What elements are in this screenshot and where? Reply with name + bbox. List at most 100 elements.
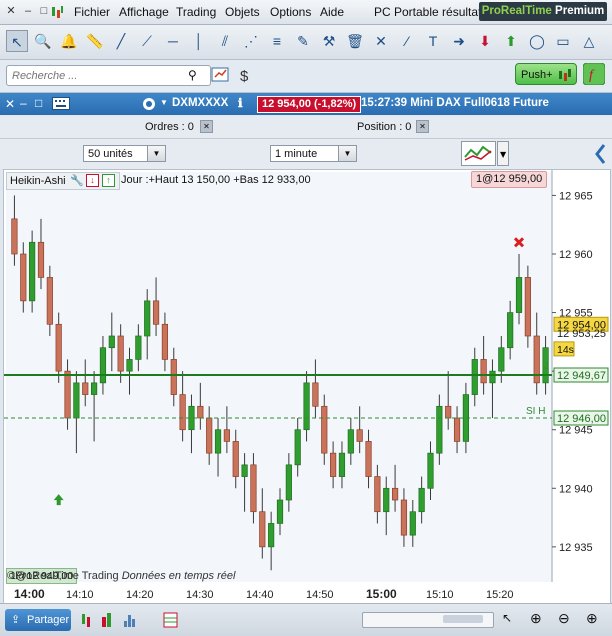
share-button[interactable]: ⇪ Partager <box>5 609 71 631</box>
units-select[interactable]: 50 unités ▼ <box>83 145 166 162</box>
arrow-up-icon[interactable]: ↑ <box>102 174 115 187</box>
alarm-bell-icon[interactable]: 🔔 <box>58 30 80 52</box>
cross-icon[interactable]: ✕ <box>370 30 392 52</box>
orders-close-icon[interactable]: ✕ <box>200 120 213 133</box>
candle <box>223 429 230 442</box>
interval-value: 1 minute <box>275 148 318 160</box>
svg-text:▼: ▼ <box>500 150 507 159</box>
push-button[interactable]: Push+ <box>515 63 577 85</box>
volume-chart-icon[interactable] <box>124 615 135 627</box>
search-input[interactable] <box>6 65 211 86</box>
ruler-icon[interactable]: 📏 <box>84 30 106 52</box>
menu-bar: ✕ – □ Fichier Affichage Trading Objets O… <box>0 0 612 25</box>
window-icon[interactable]: □ <box>38 5 50 17</box>
candle <box>20 253 27 302</box>
menu-trading[interactable]: Trading <box>176 5 216 19</box>
menu-affichage[interactable]: Affichage <box>119 5 169 19</box>
horizontal-line-icon[interactable]: ─ <box>162 30 184 52</box>
x-tick-label: 14:40 <box>246 589 274 601</box>
info-icon[interactable]: ℹ <box>238 96 243 110</box>
zoom-in-icon[interactable]: ⊕ <box>586 610 598 627</box>
minimize-icon[interactable]: – <box>22 5 34 17</box>
candle-chart-icon[interactable] <box>82 614 90 627</box>
close-chart-icon[interactable]: ✕ <box>5 97 15 111</box>
candle <box>400 499 408 536</box>
symbol-label[interactable]: DXMXXXX <box>172 97 228 109</box>
chart-type-box[interactable]: Heikin-Ashi 🔧 ↓ ↑ <box>6 172 120 190</box>
table-icon[interactable] <box>163 612 178 628</box>
watermark-brand: ©ProRealTime Trading <box>7 570 119 582</box>
channel-icon[interactable]: ⫽ <box>214 30 236 52</box>
ellipse-icon[interactable]: ◯ <box>526 30 548 52</box>
panel-toggle-icon[interactable] <box>592 141 610 167</box>
formula-icon[interactable]: f <box>583 63 605 85</box>
watermark: ©ProRealTime Trading Données en temps ré… <box>7 570 235 582</box>
arrow-up-icon[interactable]: ⬆ <box>500 30 522 52</box>
pen-icon[interactable]: ✎ <box>292 30 314 52</box>
candle <box>170 359 177 395</box>
position-close-icon[interactable]: ✕ <box>416 120 429 133</box>
delete-icon[interactable]: 🗑 <box>344 30 366 52</box>
maximize-chart-icon[interactable]: □ <box>35 96 42 110</box>
rectangle-icon[interactable]: ▭ <box>552 30 574 52</box>
share-label: Partager <box>27 614 70 626</box>
x-tick-label: 14:30 <box>186 589 214 601</box>
trendline-icon[interactable]: ╱ <box>110 30 132 52</box>
arrow-down-icon[interactable]: ⬇ <box>474 30 496 52</box>
candle <box>321 405 328 454</box>
text-icon[interactable]: T <box>422 30 444 52</box>
minimize-chart-icon[interactable]: – <box>20 96 27 110</box>
horizontal-scrollbar[interactable] <box>362 612 494 628</box>
menu-fichier[interactable]: Fichier <box>74 5 110 19</box>
menu-objets[interactable]: Objets <box>225 5 260 19</box>
candle <box>108 335 115 349</box>
wrench-icon[interactable]: 🔧 <box>70 174 84 187</box>
marker-sh: SI H <box>526 406 545 417</box>
vertical-line-icon[interactable]: │ <box>188 30 210 52</box>
cursor-arrow-icon[interactable]: ↖ <box>6 30 28 52</box>
candle <box>29 241 36 302</box>
candle <box>303 382 310 431</box>
keyboard-icon[interactable] <box>52 97 70 111</box>
pointer-icon[interactable]: ↖ <box>502 611 512 625</box>
candle <box>330 452 337 477</box>
indicators-icon[interactable]: ▼ <box>461 141 509 167</box>
screener-icon[interactable] <box>210 65 232 87</box>
scroll-thumb[interactable] <box>443 615 483 623</box>
arrow-right-icon[interactable]: ➜ <box>448 30 470 52</box>
close-icon[interactable]: ✕ <box>5 5 17 17</box>
brand-logo: ProRealTime Premium <box>479 2 607 21</box>
account-label[interactable]: PC Portable résultat <box>374 5 481 19</box>
menu-options[interactable]: Options <box>270 5 311 19</box>
instrument-info: 15:27:39 Mini DAX Full0618 Future <box>361 97 549 109</box>
x-tick-label: 15:20 <box>486 589 514 601</box>
ray-icon[interactable]: ⟋ <box>136 30 158 52</box>
order-badge-top[interactable]: 1@12 959,00 <box>471 171 548 188</box>
bar-chart-icon[interactable] <box>102 613 111 627</box>
price-chart[interactable]: 12 96512 96012 95512 95012 94512 94012 9… <box>4 170 610 604</box>
candle <box>471 359 478 395</box>
arrow-down-icon[interactable]: ↓ <box>86 174 99 187</box>
watermark-sub: Données en temps réel <box>121 570 236 582</box>
marker-j: J <box>544 361 549 372</box>
candle <box>365 441 372 477</box>
zoom-fit-icon[interactable]: ⊕ <box>530 610 542 627</box>
zoom-out-icon[interactable]: ⊖ <box>558 610 570 627</box>
candle <box>515 277 523 313</box>
menu-aide[interactable]: Aide <box>320 5 344 19</box>
fan-icon[interactable]: ⋰ <box>240 30 262 52</box>
units-value: 50 unités <box>88 148 133 160</box>
dollar-search-icon[interactable]: $ <box>238 65 256 87</box>
zoom-icon[interactable]: 🔍 <box>32 30 54 52</box>
interval-select[interactable]: 1 minute ▼ <box>270 145 357 162</box>
fibonacci-icon[interactable]: ≡ <box>266 30 288 52</box>
search-icon[interactable]: ⚲ <box>188 68 197 82</box>
segment-icon[interactable]: ⁄ <box>396 30 418 52</box>
candle <box>524 277 531 337</box>
chart-area[interactable]: 12 96512 96012 95512 95012 94512 94012 9… <box>3 169 611 605</box>
symbol-dropdown-icon[interactable]: ▼ <box>160 98 168 107</box>
triangle-icon[interactable]: △ <box>578 30 600 52</box>
hammer-icon[interactable]: ⚒ <box>318 30 340 52</box>
chart-type-icons <box>82 612 178 628</box>
candle <box>338 452 346 477</box>
